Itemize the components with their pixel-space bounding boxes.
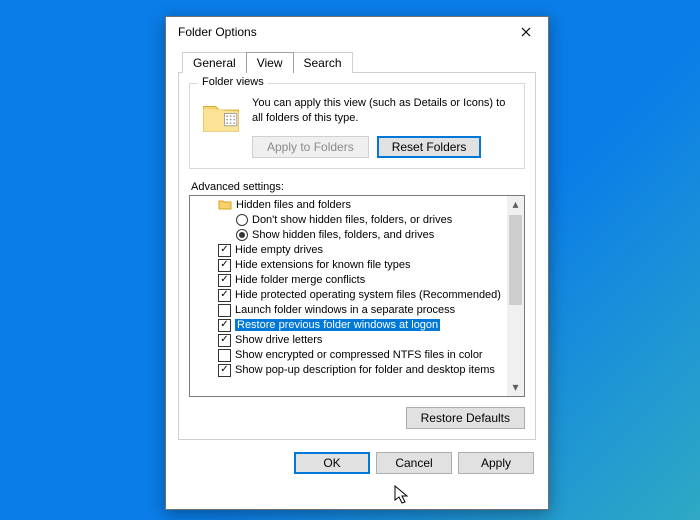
scroll-down-icon[interactable]: ▾ <box>507 379 524 396</box>
checkbox[interactable] <box>218 364 231 377</box>
tree-row[interactable]: Hidden files and folders <box>194 198 507 213</box>
checkbox[interactable] <box>218 244 231 257</box>
apply-to-folders-button: Apply to Folders <box>252 136 369 158</box>
restore-defaults-button[interactable]: Restore Defaults <box>406 407 525 429</box>
tree-item-label: Show drive letters <box>235 334 322 346</box>
titlebar[interactable]: Folder Options <box>166 17 548 47</box>
ok-button[interactable]: OK <box>294 452 370 474</box>
tree-content: Hidden files and folders Don't show hidde… <box>190 196 507 396</box>
checkbox[interactable] <box>218 274 231 287</box>
tree-item-label: Hide empty drives <box>235 244 323 256</box>
tree-item-label: Hide extensions for known file types <box>235 259 410 271</box>
tree-row[interactable]: Hide empty drives <box>194 243 507 258</box>
advanced-settings-tree[interactable]: Hidden files and folders Don't show hidde… <box>189 195 525 397</box>
tabpage-view: Folder views You can apply this view (su… <box>178 72 536 440</box>
tabstrip: General View Search <box>182 51 536 72</box>
folder-views-group: Folder views You can apply this view (su… <box>189 83 525 169</box>
folder-views-text: You can apply this view (such as Details… <box>252 96 514 126</box>
scroll-track[interactable] <box>507 213 524 379</box>
tree-row[interactable]: Show encrypted or compressed NTFS files … <box>194 348 507 363</box>
reset-folders-button[interactable]: Reset Folders <box>377 136 482 158</box>
advanced-settings-label: Advanced settings: <box>191 181 525 193</box>
tree-item-label: Show hidden files, folders, and drives <box>252 229 434 241</box>
radio[interactable] <box>236 229 248 241</box>
window-title: Folder Options <box>178 25 503 39</box>
folder-options-dialog: Folder Options General View Search Folde… <box>165 16 549 510</box>
tree-row[interactable]: Show pop-up description for folder and d… <box>194 363 507 378</box>
tree-item-label: Launch folder windows in a separate proc… <box>235 304 455 316</box>
tree-row[interactable]: Don't show hidden files, folders, or dri… <box>194 213 507 228</box>
checkbox[interactable] <box>218 349 231 362</box>
tree-item-label: Show encrypted or compressed NTFS files … <box>235 349 483 361</box>
tree-item-label: Restore previous folder windows at logon <box>235 319 440 331</box>
tree-row[interactable]: Hide folder merge conflicts <box>194 273 507 288</box>
checkbox[interactable] <box>218 289 231 302</box>
tree-row[interactable]: Hide extensions for known file types <box>194 258 507 273</box>
scroll-thumb[interactable] <box>509 215 522 305</box>
radio[interactable] <box>236 214 248 226</box>
tree-item-label: Hide folder merge conflicts <box>235 274 365 286</box>
folder-icon <box>200 96 242 138</box>
close-button[interactable] <box>503 17 548 47</box>
tree-item-label: Show pop-up description for folder and d… <box>235 364 495 376</box>
folder-icon <box>218 198 232 213</box>
tree-item-label: Don't show hidden files, folders, or dri… <box>252 214 452 226</box>
cancel-button[interactable]: Cancel <box>376 452 452 474</box>
scrollbar[interactable]: ▴ ▾ <box>507 196 524 396</box>
tree-row[interactable]: Hide protected operating system files (R… <box>194 288 507 303</box>
tab-search[interactable]: Search <box>293 52 353 73</box>
tree-row[interactable]: Launch folder windows in a separate proc… <box>194 303 507 318</box>
checkbox[interactable] <box>218 319 231 332</box>
checkbox[interactable] <box>218 304 231 317</box>
tree-row[interactable]: Restore previous folder windows at logon <box>194 318 507 333</box>
tab-general[interactable]: General <box>182 52 247 73</box>
tree-item-label: Hide protected operating system files (R… <box>235 289 501 301</box>
tree-row[interactable]: Show hidden files, folders, and drives <box>194 228 507 243</box>
close-icon <box>521 27 531 37</box>
client-area: General View Search Folder views <box>166 47 548 488</box>
dialog-buttons: OK Cancel Apply <box>178 452 536 476</box>
folder-views-legend: Folder views <box>198 76 268 88</box>
tree-item-label: Hidden files and folders <box>236 199 351 211</box>
checkbox[interactable] <box>218 259 231 272</box>
tree-row[interactable]: Show drive letters <box>194 333 507 348</box>
tab-view[interactable]: View <box>246 52 294 73</box>
checkbox[interactable] <box>218 334 231 347</box>
scroll-up-icon[interactable]: ▴ <box>507 196 524 213</box>
apply-button[interactable]: Apply <box>458 452 534 474</box>
folder-views-body: You can apply this view (such as Details… <box>252 96 514 158</box>
